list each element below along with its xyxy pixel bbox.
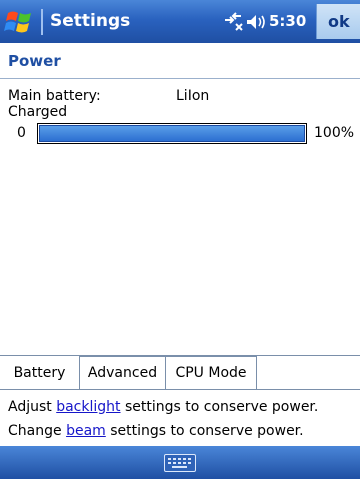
battery-level-fill bbox=[39, 125, 305, 142]
volume-icon[interactable] bbox=[246, 13, 266, 31]
title-bar: Settings 5:30 ok bbox=[0, 0, 360, 43]
main-battery-label: Main battery: bbox=[8, 88, 101, 104]
help-line-beam: Change beam settings to conserve power. bbox=[8, 423, 304, 439]
header-divider bbox=[0, 78, 360, 79]
battery-status: Charged bbox=[8, 104, 68, 120]
tab-cpu-mode[interactable]: CPU Mode bbox=[166, 356, 257, 389]
battery-max-label: 100% bbox=[314, 125, 355, 141]
help-text: Adjust bbox=[8, 399, 57, 415]
battery-min-label: 0 bbox=[17, 125, 26, 141]
tab-strip: Battery Advanced CPU Mode bbox=[0, 355, 360, 390]
battery-level-bar bbox=[37, 123, 307, 144]
beam-link[interactable]: beam bbox=[66, 423, 106, 439]
title-separator bbox=[41, 9, 43, 35]
tab-divider bbox=[0, 389, 360, 390]
bottom-menu-bar bbox=[0, 446, 360, 479]
help-text: Change bbox=[8, 423, 67, 439]
clock[interactable]: 5:30 bbox=[269, 12, 306, 30]
app-title: Settings bbox=[50, 11, 131, 31]
ok-button[interactable]: ok bbox=[316, 4, 360, 39]
tab-battery[interactable]: Battery bbox=[0, 356, 80, 389]
help-text: settings to conserve power. bbox=[120, 399, 319, 415]
connectivity-icon[interactable] bbox=[222, 12, 244, 32]
keyboard-icon[interactable] bbox=[164, 454, 196, 472]
help-line-backlight: Adjust backlight settings to conserve po… bbox=[8, 399, 318, 415]
keyboard-keys bbox=[168, 458, 191, 468]
tab-advanced[interactable]: Advanced bbox=[80, 356, 166, 389]
backlight-link[interactable]: backlight bbox=[56, 399, 120, 415]
help-text: settings to conserve power. bbox=[105, 423, 304, 439]
page-title: Power bbox=[8, 52, 61, 70]
battery-type: LiIon bbox=[176, 88, 210, 104]
windows-flag-icon[interactable] bbox=[4, 7, 34, 37]
